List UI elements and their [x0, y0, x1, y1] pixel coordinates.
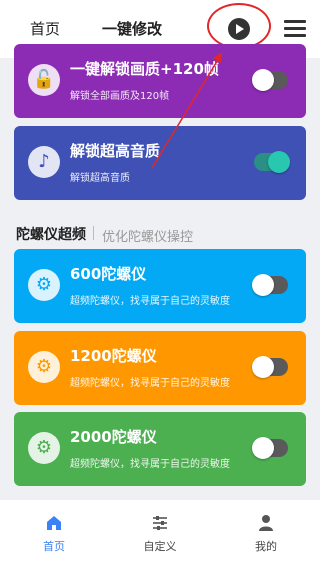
nav-label: 自定义	[143, 540, 177, 553]
home-icon	[47, 516, 61, 530]
nav-label: 我的	[255, 540, 277, 553]
bottom-nav-bar: 首页 自定义 我的	[0, 500, 320, 570]
nav-item-custom[interactable]: 自定义	[130, 514, 190, 554]
user-icon	[259, 515, 273, 531]
nav-item-home[interactable]: 首页	[24, 514, 84, 554]
sliders-icon	[153, 516, 167, 530]
nav-label: 首页	[43, 540, 65, 553]
annotation-arrow	[151, 52, 222, 169]
nav-item-mine[interactable]: 我的	[236, 514, 296, 554]
